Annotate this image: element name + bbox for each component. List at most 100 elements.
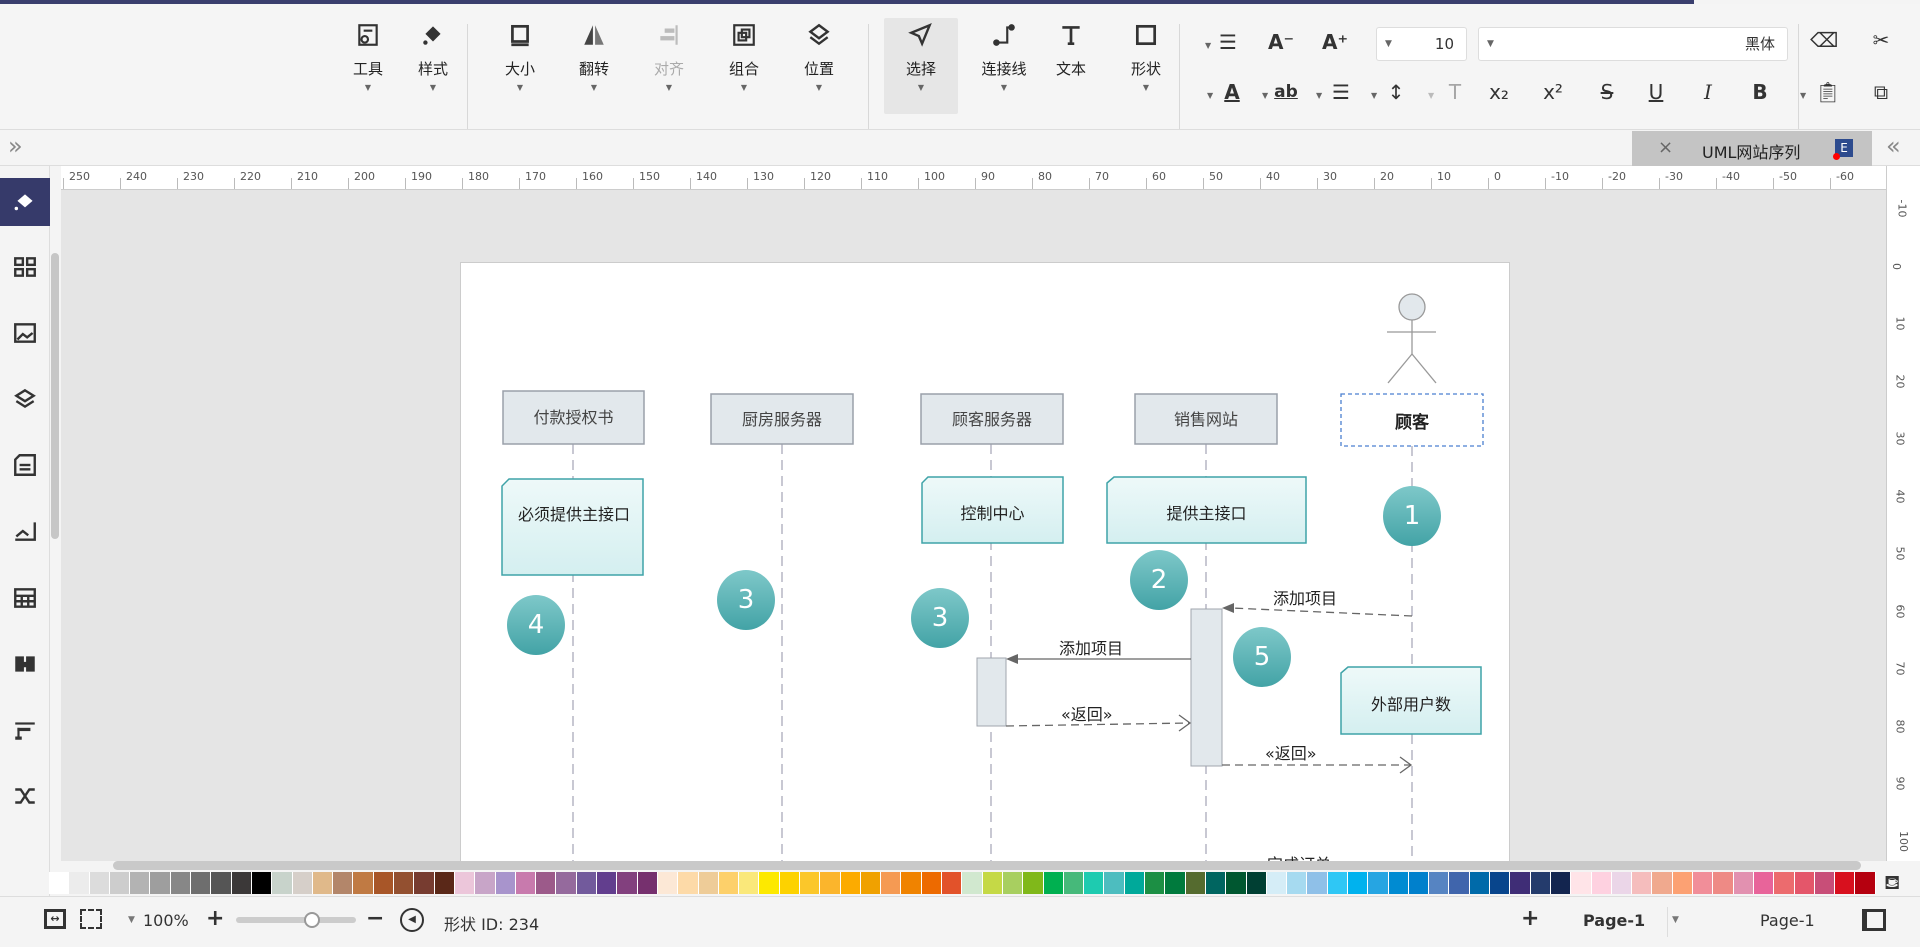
zoom-level[interactable]: 100% [143, 911, 189, 930]
color-swatch[interactable] [333, 872, 354, 894]
superscript-icon[interactable]: x² [1539, 78, 1567, 106]
sidebar-scrollbar[interactable] [51, 253, 59, 539]
color-swatch[interactable] [1266, 872, 1288, 894]
fullscreen-icon[interactable] [80, 909, 102, 929]
color-swatch[interactable] [191, 872, 212, 894]
color-swatch[interactable] [881, 872, 902, 894]
color-swatch[interactable] [1774, 872, 1795, 894]
color-swatch[interactable] [840, 872, 861, 894]
color-swatch[interactable] [1368, 872, 1389, 894]
color-swatch[interactable] [1835, 872, 1856, 894]
color-swatch[interactable] [637, 872, 658, 894]
expand-sidebar-icon[interactable]: » [8, 132, 23, 160]
zoom-dropdown-icon[interactable]: ▼ [128, 915, 135, 925]
color-swatch[interactable] [921, 872, 943, 894]
connector-button[interactable]: 连接线 ▼ [969, 18, 1039, 114]
horizontal-scrollbar[interactable] [113, 861, 1861, 870]
color-swatch[interactable] [1205, 872, 1227, 894]
subscript-icon[interactable]: x₂ [1485, 78, 1513, 106]
fill-bucket-icon[interactable]: ⛾ [1884, 870, 1900, 897]
paste-icon[interactable]: 📋︎ [1814, 78, 1842, 106]
sidebar-mindmap-button[interactable] [0, 772, 50, 820]
color-swatch[interactable] [1348, 872, 1369, 894]
color-swatch[interactable] [434, 872, 455, 894]
color-swatch[interactable] [962, 872, 983, 894]
color-swatch[interactable] [109, 872, 131, 894]
color-swatch[interactable] [1591, 872, 1612, 894]
color-swatch[interactable] [617, 872, 638, 894]
play-icon[interactable]: ◀ [400, 908, 424, 932]
color-swatch[interactable] [312, 872, 334, 894]
color-swatch[interactable] [515, 872, 537, 894]
color-swatch[interactable] [170, 872, 192, 894]
format-painter-icon[interactable]: ⌫ [1810, 26, 1838, 54]
page-panel-icon[interactable] [1862, 909, 1886, 931]
cut-icon[interactable]: ✂ [1867, 26, 1895, 54]
color-swatch[interactable] [1226, 872, 1247, 894]
color-swatch[interactable] [982, 872, 1003, 894]
sidebar-chart-button[interactable] [0, 507, 50, 555]
style-button[interactable]: 样式 ▼ [398, 18, 468, 114]
color-swatch[interactable] [1733, 872, 1754, 894]
color-swatch[interactable] [49, 872, 70, 894]
color-swatch[interactable] [1145, 872, 1166, 894]
color-swatch[interactable] [1753, 872, 1775, 894]
canvas[interactable]: 付款授权书 厨房服务器 顾客服务器 销售网站 顾客 必须提供主接口 控制中心 提… [61, 190, 1886, 861]
color-swatch[interactable] [1307, 872, 1328, 894]
color-swatch[interactable] [1550, 872, 1572, 894]
font-name-select[interactable]: ▼ 黑体 [1478, 27, 1788, 61]
flip-button[interactable]: 翻转 ▼ [559, 18, 629, 114]
color-swatch[interactable] [942, 872, 963, 894]
color-swatch[interactable] [1063, 872, 1085, 894]
zoom-slider[interactable] [236, 912, 356, 928]
color-swatch[interactable] [1713, 872, 1734, 894]
font-color-icon[interactable]: A [1218, 78, 1246, 106]
color-swatch[interactable] [576, 872, 598, 894]
close-tab-icon[interactable]: × [1658, 137, 1673, 158]
color-swatch[interactable] [779, 872, 800, 894]
shape-button[interactable]: 形状 ▼ [1111, 18, 1181, 114]
collapse-panel-icon[interactable]: « [1886, 132, 1901, 160]
color-swatch[interactable] [251, 872, 273, 894]
color-swatch[interactable] [1388, 872, 1409, 894]
color-swatch[interactable] [860, 872, 882, 894]
zoom-slider-thumb[interactable] [304, 912, 320, 928]
color-swatch[interactable] [1124, 872, 1146, 894]
decrease-font-icon[interactable]: A⁻ [1267, 28, 1295, 56]
sidebar-page-button[interactable] [0, 441, 50, 489]
color-swatch[interactable] [698, 872, 719, 894]
underline-icon[interactable]: U [1642, 78, 1670, 106]
color-swatch[interactable] [1814, 872, 1836, 894]
color-swatch[interactable] [1530, 872, 1551, 894]
zoom-out-button[interactable]: − [366, 906, 384, 931]
sidebar-puzzle-button[interactable] [0, 640, 50, 688]
bold-icon[interactable]: B [1746, 78, 1774, 106]
color-swatch[interactable] [414, 872, 435, 894]
color-swatch[interactable] [475, 872, 496, 894]
sidebar-style-button[interactable] [0, 178, 50, 226]
color-swatch[interactable] [1084, 872, 1105, 894]
color-swatch[interactable] [739, 872, 760, 894]
color-swatch[interactable] [394, 872, 415, 894]
color-swatch[interactable] [657, 872, 679, 894]
tools-button[interactable]: 工具 ▼ [333, 18, 403, 114]
color-swatch[interactable] [1185, 872, 1206, 894]
sidebar-table-button[interactable] [0, 574, 50, 622]
color-swatch[interactable] [1632, 872, 1653, 894]
color-swatch[interactable] [799, 872, 821, 894]
sidebar-layers-button[interactable] [0, 375, 50, 423]
color-swatch[interactable] [292, 872, 313, 894]
color-swatch[interactable] [1023, 872, 1044, 894]
color-swatch[interactable] [69, 872, 90, 894]
color-swatch[interactable] [130, 872, 151, 894]
align-text-icon[interactable]: ☰ [1214, 28, 1242, 56]
color-swatch[interactable] [1672, 872, 1694, 894]
color-swatch[interactable] [1327, 872, 1348, 894]
italic-icon[interactable]: I [1694, 78, 1722, 106]
sidebar-image-button[interactable] [0, 309, 50, 357]
color-swatch[interactable] [1855, 872, 1876, 894]
copy-icon[interactable]: ⧉ [1867, 78, 1895, 106]
color-swatch[interactable] [1510, 872, 1531, 894]
color-swatch[interactable] [901, 872, 922, 894]
color-swatch[interactable] [556, 872, 577, 894]
